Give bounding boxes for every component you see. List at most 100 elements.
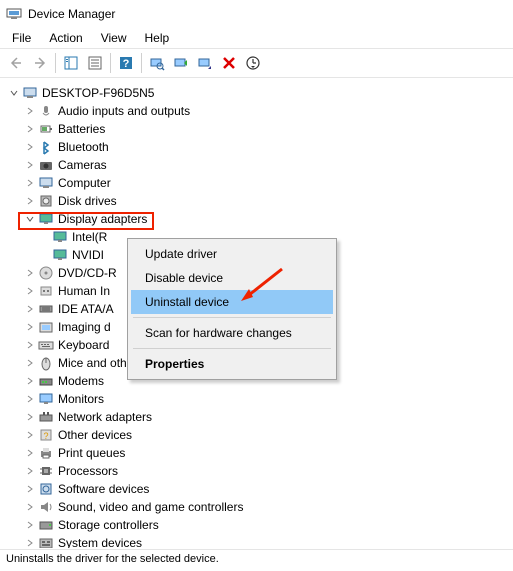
network-icon <box>38 409 54 425</box>
menu-separator <box>133 348 331 349</box>
tree-category[interactable]: Batteries <box>4 120 513 138</box>
category-label: Imaging d <box>58 320 111 334</box>
category-label: Audio inputs and outputs <box>58 104 190 118</box>
other-icon: ? <box>38 427 54 443</box>
tree-category[interactable]: Display adapters <box>4 210 513 228</box>
imaging-icon <box>38 319 54 335</box>
category-label: Display adapters <box>58 212 147 226</box>
battery-icon <box>38 121 54 137</box>
chevron-right-icon[interactable] <box>24 123 36 135</box>
menu-item-update-driver[interactable]: Update driver <box>131 242 333 266</box>
category-label: Disk drives <box>58 194 117 208</box>
category-label: Software devices <box>58 482 149 496</box>
chevron-right-icon[interactable] <box>24 267 36 279</box>
disable-device-button[interactable] <box>193 51 217 75</box>
enable-device-button[interactable] <box>241 51 265 75</box>
chevron-right-icon[interactable] <box>24 411 36 423</box>
help-button[interactable]: ? <box>114 51 138 75</box>
menu-item-scan-hardware[interactable]: Scan for hardware changes <box>131 321 333 345</box>
status-text: Uninstalls the driver for the selected d… <box>6 553 219 565</box>
category-label: Human In <box>58 284 110 298</box>
chevron-right-icon[interactable] <box>24 195 36 207</box>
chevron-right-icon[interactable] <box>24 159 36 171</box>
category-label: Bluetooth <box>58 140 109 154</box>
system-icon <box>38 535 54 548</box>
svg-text:?: ? <box>43 431 48 441</box>
category-label: Other devices <box>58 428 132 442</box>
category-label: Cameras <box>58 158 107 172</box>
tree-category[interactable]: Network adapters <box>4 408 513 426</box>
svg-text:?: ? <box>123 58 130 70</box>
tree-category[interactable]: System devices <box>4 534 513 548</box>
tree-category[interactable]: Sound, video and game controllers <box>4 498 513 516</box>
menu-bar: File Action View Help <box>0 28 513 48</box>
update-driver-button[interactable] <box>169 51 193 75</box>
tree-category[interactable]: Bluetooth <box>4 138 513 156</box>
chevron-right-icon[interactable] <box>24 303 36 315</box>
software-icon <box>38 481 54 497</box>
tree-category[interactable]: Monitors <box>4 390 513 408</box>
chevron-down-icon[interactable] <box>24 213 36 225</box>
menu-help[interactable]: Help <box>137 30 178 46</box>
show-hide-console-button[interactable] <box>59 51 83 75</box>
category-label: System devices <box>58 536 142 548</box>
chevron-right-icon[interactable] <box>24 375 36 387</box>
category-label: Computer <box>58 176 111 190</box>
tree-category[interactable]: ? Other devices <box>4 426 513 444</box>
window-title: Device Manager <box>28 7 115 21</box>
toolbar-separator <box>141 53 142 73</box>
menu-action[interactable]: Action <box>41 30 90 46</box>
bluetooth-icon <box>38 139 54 155</box>
computer-icon <box>38 175 54 191</box>
chevron-right-icon[interactable] <box>24 285 36 297</box>
category-label: DVD/CD-R <box>58 266 117 280</box>
keyboard-icon <box>38 337 54 353</box>
category-label: Processors <box>58 464 118 478</box>
toolbar-separator <box>55 53 56 73</box>
chevron-right-icon[interactable] <box>24 339 36 351</box>
uninstall-device-button[interactable] <box>217 51 241 75</box>
scan-hardware-button[interactable] <box>145 51 169 75</box>
chevron-right-icon[interactable] <box>24 465 36 477</box>
chevron-right-icon[interactable] <box>24 501 36 513</box>
chevron-right-icon[interactable] <box>24 393 36 405</box>
chevron-down-icon[interactable] <box>8 87 20 99</box>
category-label: Network adapters <box>58 410 152 424</box>
display-icon <box>52 247 68 263</box>
display-icon <box>38 211 54 227</box>
chevron-right-icon[interactable] <box>24 447 36 459</box>
tree-category[interactable]: Processors <box>4 462 513 480</box>
chevron-right-icon[interactable] <box>24 141 36 153</box>
tree-category[interactable]: Disk drives <box>4 192 513 210</box>
properties-button[interactable] <box>83 51 107 75</box>
forward-button[interactable] <box>28 51 52 75</box>
menu-item-disable-device[interactable]: Disable device <box>131 266 333 290</box>
tree-root[interactable]: DESKTOP-F96D5N5 <box>4 84 513 102</box>
tree-category[interactable]: Computer <box>4 174 513 192</box>
modem-icon <box>38 373 54 389</box>
menu-view[interactable]: View <box>93 30 135 46</box>
tree-category[interactable]: Cameras <box>4 156 513 174</box>
audio-icon <box>38 103 54 119</box>
menu-file[interactable]: File <box>4 30 39 46</box>
device-label: NVIDI <box>72 248 104 262</box>
chevron-right-icon[interactable] <box>24 519 36 531</box>
menu-item-uninstall-device[interactable]: Uninstall device <box>131 290 333 314</box>
computer-icon <box>22 85 38 101</box>
ide-icon <box>38 301 54 317</box>
chevron-right-icon[interactable] <box>24 177 36 189</box>
chevron-right-icon[interactable] <box>24 537 36 548</box>
chevron-right-icon[interactable] <box>24 105 36 117</box>
menu-item-properties[interactable]: Properties <box>131 352 333 376</box>
tree-category[interactable]: Storage controllers <box>4 516 513 534</box>
tree-category[interactable]: Software devices <box>4 480 513 498</box>
chevron-right-icon[interactable] <box>24 321 36 333</box>
back-button[interactable] <box>4 51 28 75</box>
tree-category[interactable]: Print queues <box>4 444 513 462</box>
root-label: DESKTOP-F96D5N5 <box>42 86 154 100</box>
disk-icon <box>38 193 54 209</box>
chevron-right-icon[interactable] <box>24 429 36 441</box>
chevron-right-icon[interactable] <box>24 483 36 495</box>
chevron-right-icon[interactable] <box>24 357 36 369</box>
tree-category[interactable]: Audio inputs and outputs <box>4 102 513 120</box>
